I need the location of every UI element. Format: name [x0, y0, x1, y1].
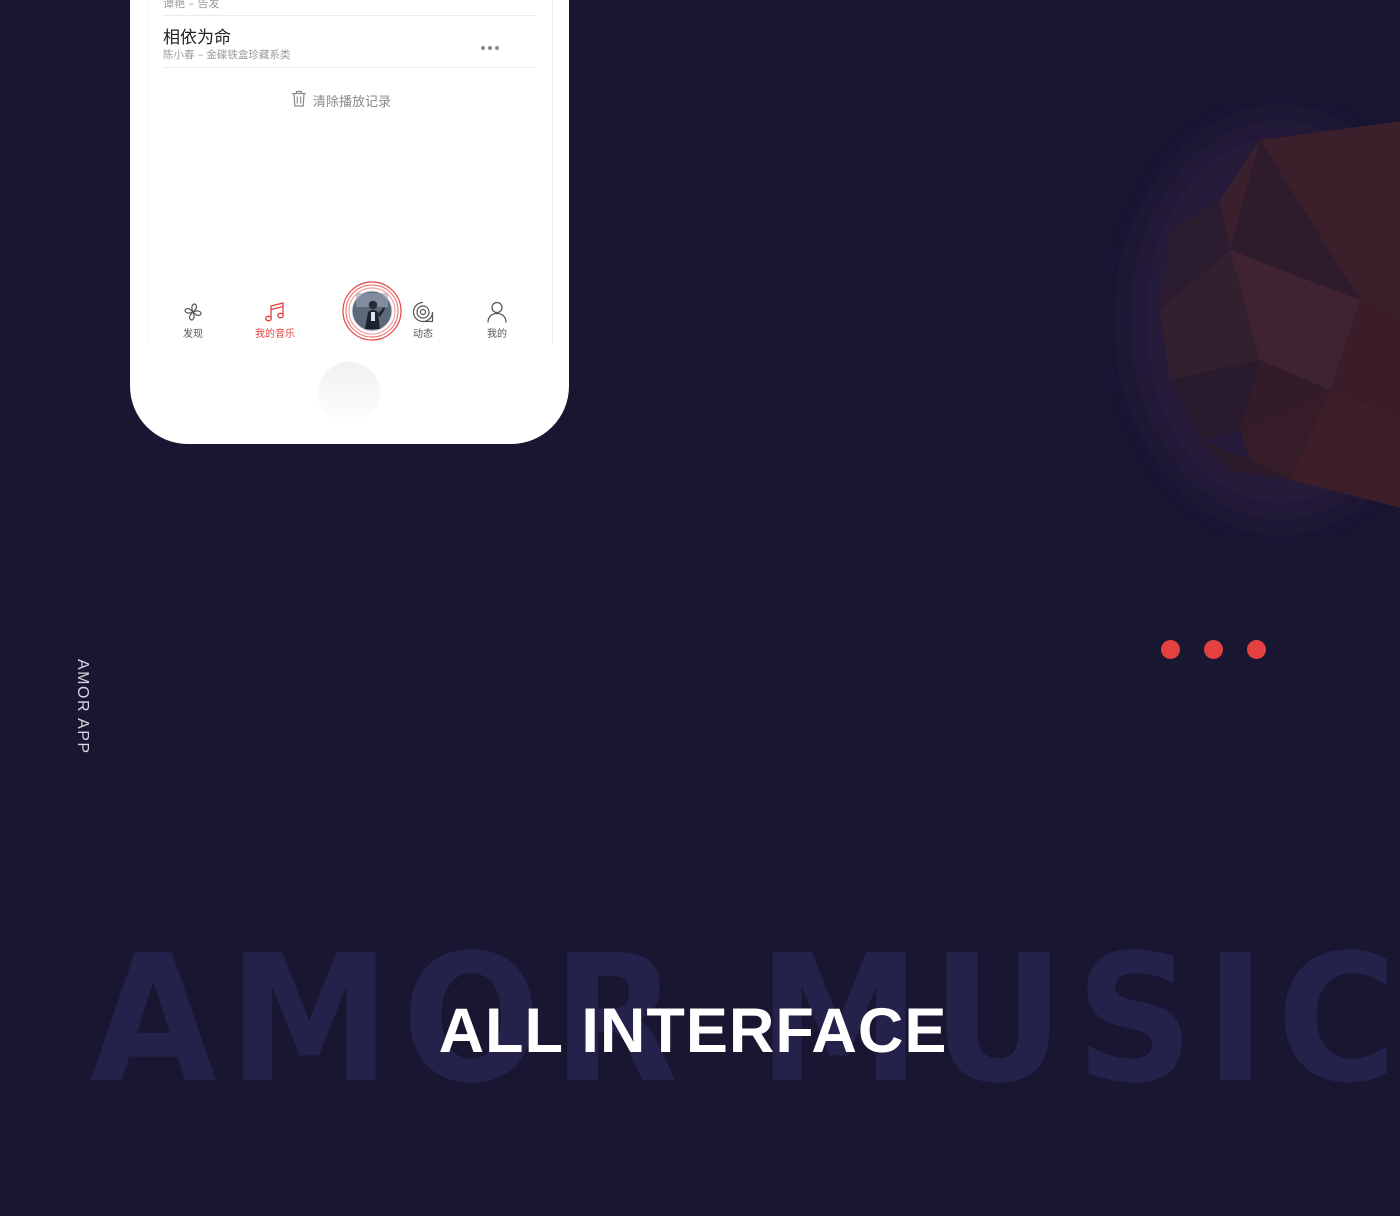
- activity-icon: [393, 300, 453, 324]
- tab-label: 发现: [183, 329, 203, 340]
- tab-label: 动态: [413, 329, 433, 340]
- user-icon: [467, 300, 527, 324]
- tab-label: 我的: [487, 329, 507, 340]
- dot: [1161, 640, 1180, 659]
- list-item[interactable]: 谭艳 – 告发: [163, 0, 536, 16]
- dot: [1204, 640, 1223, 659]
- tab-discover[interactable]: 发现: [163, 300, 223, 346]
- song-subtitle: 陈小春 – 金碟铁盒珍藏系类: [163, 49, 291, 61]
- song-subtitle: 谭艳 – 告发: [163, 0, 220, 10]
- tab-label: 我的音乐: [255, 329, 295, 340]
- tab-activity[interactable]: 动态: [393, 300, 453, 346]
- app-screen: 谭艳 – 告发 相依为命 陈小春 – 金碟铁盒珍藏系类 清除播放记录 发现 我的…: [148, 0, 553, 344]
- more-horizontal-icon[interactable]: [480, 36, 500, 50]
- headline: ALL INTERFACE: [438, 996, 948, 1066]
- trash-icon: [291, 90, 307, 111]
- home-button[interactable]: [318, 362, 380, 424]
- list-item[interactable]: 相依为命 陈小春 – 金碟铁盒珍藏系类: [163, 16, 536, 68]
- music-note-icon: [245, 300, 305, 324]
- dot: [1247, 640, 1266, 659]
- phone-mockup: 谭艳 – 告发 相依为命 陈小春 – 金碟铁盒珍藏系类 清除播放记录 发现 我的…: [130, 0, 569, 444]
- clear-history-button[interactable]: 清除播放记录: [291, 90, 391, 110]
- tab-my-music[interactable]: 我的音乐: [245, 300, 305, 346]
- decorative-low-poly-shape: [1110, 100, 1400, 540]
- side-label: AMOR APP: [74, 659, 91, 755]
- tab-me[interactable]: 我的: [467, 300, 527, 346]
- clear-history-label: 清除播放记录: [313, 94, 392, 110]
- discover-icon: [163, 300, 223, 324]
- song-title: 相依为命: [163, 28, 231, 48]
- pagination-dots: [1161, 640, 1266, 659]
